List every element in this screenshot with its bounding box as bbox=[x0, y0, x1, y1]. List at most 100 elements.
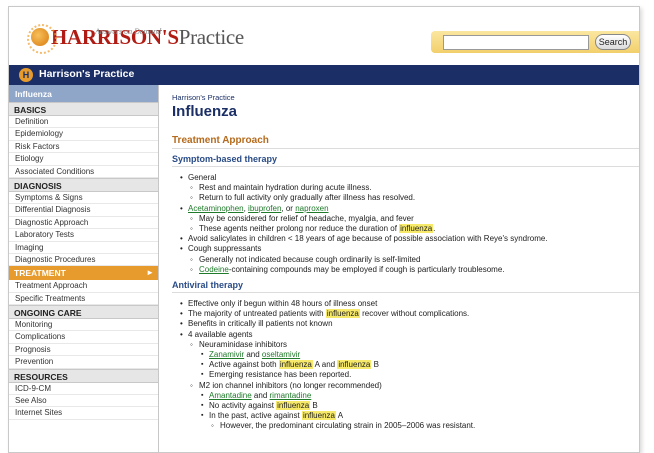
logo-sun-icon bbox=[27, 24, 57, 54]
drug-link-acetaminophen[interactable]: Acetaminophen bbox=[188, 204, 244, 213]
sidebar-section-ongoing-care: ONGOING CARE bbox=[9, 305, 158, 320]
header: HARRISON'SPractice Answers on Demand Sea… bbox=[9, 7, 639, 65]
sidebar-item-epidemiology[interactable]: Epidemiology bbox=[9, 128, 158, 141]
list-item: These agents neither prolong nor reduce … bbox=[190, 224, 639, 234]
list-item-text: M2 ion channel inhibitors (no longer rec… bbox=[199, 380, 382, 390]
symptom-therapy-list: General Rest and maintain hydration duri… bbox=[180, 173, 639, 275]
sidebar-item-imaging[interactable]: Imaging bbox=[9, 242, 158, 254]
sidebar-item-specific-treatments[interactable]: Specific Treatments bbox=[9, 293, 158, 306]
sidebar-item-etiology[interactable]: Etiology bbox=[9, 153, 158, 166]
search-highlight: influenza bbox=[399, 224, 434, 234]
list-item-text: In the past, active against bbox=[209, 411, 302, 421]
top-nav-title[interactable]: Harrison's Practice bbox=[39, 68, 134, 80]
list-item: The majority of untreated patients with … bbox=[180, 309, 639, 320]
sidebar-item-internet-sites[interactable]: Internet Sites bbox=[9, 407, 158, 420]
antiviral-therapy-list: Effective only if begun within 48 hours … bbox=[180, 299, 639, 432]
sidebar-item-monitoring[interactable]: Monitoring bbox=[9, 319, 158, 332]
list-item-text: B bbox=[310, 401, 318, 411]
list-item: Avoid salicylates in children < 18 years… bbox=[180, 234, 639, 244]
search-input[interactable] bbox=[443, 35, 589, 50]
drug-link-naproxen[interactable]: naproxen bbox=[295, 204, 328, 213]
list-item: Amantadine and rimantadine bbox=[201, 390, 639, 401]
sidebar-section-basics: BASICS bbox=[9, 102, 158, 116]
sidebar-item-definition[interactable]: Definition bbox=[9, 116, 158, 129]
list-item-text: Cough suppressants bbox=[188, 244, 262, 254]
list-item-text: The majority of untreated patients with bbox=[188, 309, 326, 319]
list-item-text: No activity against bbox=[209, 401, 277, 411]
sidebar-item-complications[interactable]: Complications bbox=[9, 331, 158, 344]
list-item-text: Active against both bbox=[209, 360, 279, 370]
sidebar-item-associated-conditions[interactable]: Associated Conditions bbox=[9, 166, 158, 178]
sidebar: Influenza BASICS Definition Epidemiology… bbox=[9, 85, 159, 452]
search-highlight: influenza bbox=[301, 411, 336, 421]
list-item: May be considered for relief of headache… bbox=[190, 214, 639, 224]
sidebar-item-prevention[interactable]: Prevention bbox=[9, 356, 158, 369]
sidebar-item-icd-9-cm[interactable]: ICD-9-CM bbox=[9, 383, 158, 396]
list-item: Emerging resistance has been reported. bbox=[201, 370, 639, 380]
separator-text: and bbox=[251, 390, 270, 400]
list-item-text: recover without complications. bbox=[359, 309, 470, 319]
search-button[interactable]: Search bbox=[595, 34, 631, 50]
list-item: Neuraminidase inhibitors Zanamivir and o… bbox=[190, 339, 639, 381]
chevron-right-icon: ► bbox=[146, 268, 154, 278]
list-item-text: . bbox=[433, 224, 436, 234]
sidebar-item-symptoms-signs[interactable]: Symptoms & Signs bbox=[9, 192, 158, 205]
search-highlight: influenza bbox=[276, 401, 311, 411]
list-item: General Rest and maintain hydration duri… bbox=[180, 173, 639, 204]
search-highlight: influenza bbox=[325, 309, 360, 319]
sidebar-item-prognosis[interactable]: Prognosis bbox=[9, 344, 158, 357]
sidebar-item-treatment-approach[interactable]: Treatment Approach bbox=[9, 280, 158, 293]
separator-text: and bbox=[244, 350, 262, 360]
list-item-text: A bbox=[335, 411, 344, 421]
list-item-text: 4 available agents bbox=[188, 329, 253, 339]
separator-text: , or bbox=[281, 203, 296, 213]
drug-link-rimantadine[interactable]: rimantadine bbox=[270, 391, 312, 400]
sidebar-item-laboratory-tests[interactable]: Laboratory Tests bbox=[9, 229, 158, 242]
sidebar-section-treatment[interactable]: TREATMENT ► bbox=[9, 266, 158, 281]
search-highlight: influenza bbox=[337, 360, 372, 370]
list-item: Rest and maintain hydration during acute… bbox=[190, 183, 639, 193]
sidebar-section-diagnosis: DIAGNOSIS bbox=[9, 177, 158, 192]
list-item: However, the predominant circulating str… bbox=[211, 421, 639, 431]
list-item: 4 available agents Neuraminidase inhibit… bbox=[180, 329, 639, 432]
drug-link-amantadine[interactable]: Amantadine bbox=[209, 391, 252, 400]
list-item: Codeine-containing compounds may be empl… bbox=[190, 265, 639, 275]
list-item: M2 ion channel inhibitors (no longer rec… bbox=[190, 380, 639, 432]
sidebar-item-see-also[interactable]: See Also bbox=[9, 395, 158, 408]
list-item: No activity against influenza B bbox=[201, 401, 639, 411]
list-item-text: General bbox=[188, 173, 217, 182]
logo-practice-text: Practice bbox=[178, 25, 245, 49]
list-item-text: These agents neither prolong nor reduce … bbox=[199, 224, 400, 234]
list-item: Acetaminophen, ibuprofen, or naproxen Ma… bbox=[180, 203, 639, 235]
sidebar-item-differential-diagnosis[interactable]: Differential Diagnosis bbox=[9, 204, 158, 217]
breadcrumb[interactable]: Harrison's Practice bbox=[172, 93, 639, 102]
sidebar-item-diagnostic-procedures[interactable]: Diagnostic Procedures bbox=[9, 254, 158, 267]
sidebar-item-diagnostic-approach[interactable]: Diagnostic Approach bbox=[9, 217, 158, 230]
harrisons-h-icon: H bbox=[19, 68, 33, 82]
list-item-text: Neuraminidase inhibitors bbox=[199, 339, 288, 349]
list-item: Cough suppressants Generally not indicat… bbox=[180, 244, 639, 275]
drug-link-ibuprofen[interactable]: ibuprofen bbox=[248, 204, 281, 213]
sidebar-section-treatment-label: TREATMENT bbox=[14, 268, 66, 279]
list-item-text: A and bbox=[312, 360, 338, 370]
list-item: Active against both influenza A and infl… bbox=[201, 360, 639, 371]
list-item: Zanamivir and oseltamivir bbox=[201, 350, 639, 360]
top-nav-bar: H Harrison's Practice bbox=[9, 65, 639, 85]
logo-tagline: Answers on Demand bbox=[95, 27, 162, 36]
drug-link-oseltamivir[interactable]: oseltamivir bbox=[262, 350, 300, 359]
browser-window: HARRISON'SPractice Answers on Demand Sea… bbox=[8, 6, 640, 453]
symptom-therapy-heading: Symptom-based therapy bbox=[172, 154, 639, 167]
sidebar-section-resources: RESOURCES bbox=[9, 368, 158, 383]
search-area: Search bbox=[431, 31, 639, 53]
drug-link-codeine[interactable]: Codeine bbox=[199, 265, 229, 274]
drug-link-zanamivir[interactable]: Zanamivir bbox=[209, 350, 244, 359]
list-item: Effective only if begun within 48 hours … bbox=[180, 299, 639, 309]
sidebar-item-risk-factors[interactable]: Risk Factors bbox=[9, 141, 158, 154]
list-item: In the past, active against influenza A … bbox=[201, 411, 639, 432]
page-title: Influenza bbox=[172, 103, 238, 120]
section-heading: Treatment Approach bbox=[172, 135, 639, 149]
sidebar-current-topic: Influenza bbox=[9, 85, 158, 102]
list-item-text: B bbox=[371, 360, 379, 370]
search-highlight: influenza bbox=[278, 360, 313, 370]
antiviral-therapy-heading: Antiviral therapy bbox=[172, 280, 639, 294]
